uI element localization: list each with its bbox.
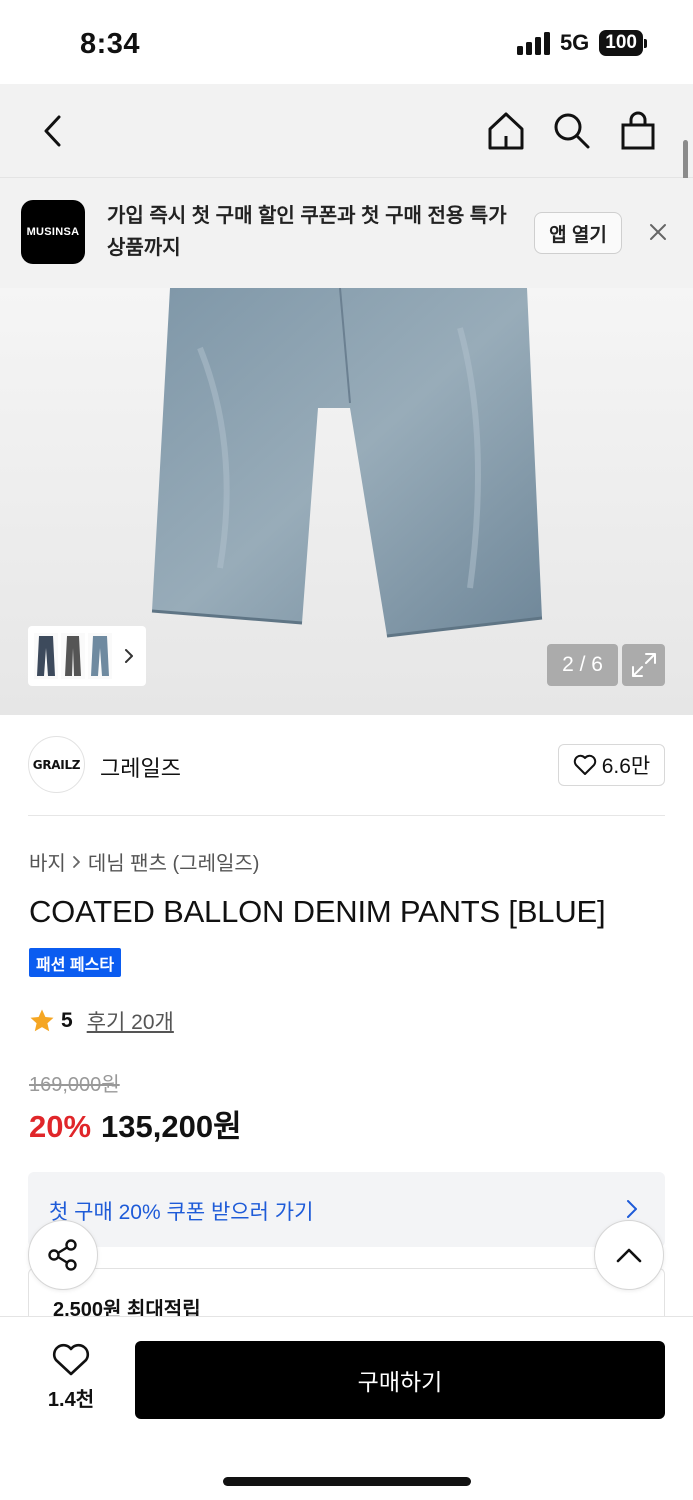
chevron-up-icon	[616, 1248, 642, 1263]
home-button[interactable]	[485, 108, 527, 154]
heart-icon	[52, 1343, 90, 1376]
network-type: 5G	[559, 30, 590, 55]
thumbnail-image[interactable]	[34, 633, 58, 679]
brand-name[interactable]: 그레일즈	[100, 751, 181, 783]
breadcrumb-item[interactable]: 데님 팬츠 (그레일즈)	[88, 847, 260, 876]
share-button[interactable]	[28, 1220, 98, 1290]
home-indicator	[223, 1477, 471, 1486]
sale-price: 135,200원	[101, 1109, 242, 1144]
brand-row[interactable]: GRAILZ 그레일즈 6.6만	[28, 715, 665, 816]
home-icon	[488, 112, 524, 150]
bottom-action-bar: 1.4천 구매하기	[0, 1316, 693, 1500]
buy-button[interactable]: 구매하기	[135, 1341, 665, 1419]
product-image-gallery[interactable]: 2 / 6	[0, 288, 693, 715]
expand-image-button[interactable]	[622, 644, 665, 686]
back-button[interactable]	[32, 108, 72, 154]
discount-rate: 20%	[29, 1109, 92, 1144]
image-counter: 2 / 6	[547, 644, 618, 686]
musinsa-logo: MUSINSA	[21, 200, 85, 264]
breadcrumb-item[interactable]: 바지	[29, 847, 66, 876]
share-icon	[48, 1239, 77, 1271]
brand-like-count: 6.6만	[601, 755, 651, 778]
first-purchase-coupon-banner[interactable]: 첫 구매 20% 쿠폰 받으러 가기	[28, 1172, 665, 1247]
thumbnail-image[interactable]	[61, 633, 85, 679]
signal-icon	[516, 31, 550, 55]
brand-like-button[interactable]: 6.6만	[558, 744, 665, 786]
shopping-bag-icon	[621, 111, 655, 150]
heart-icon	[573, 754, 596, 775]
cart-button[interactable]	[617, 108, 659, 154]
original-price: 169,000원	[29, 1074, 120, 1096]
brand-logo[interactable]: GRAILZ	[28, 736, 85, 793]
close-banner-button[interactable]	[644, 218, 672, 246]
expand-icon	[631, 653, 656, 677]
chevron-left-icon	[44, 115, 61, 147]
star-icon	[30, 1009, 54, 1032]
battery-level: 100	[599, 30, 643, 56]
chevron-right-icon	[625, 1198, 639, 1220]
wishlist-button[interactable]: 1.4천	[40, 1343, 102, 1412]
rating-score: 5	[61, 1009, 73, 1032]
status-time: 8:34	[80, 28, 141, 60]
price-row: 20% 135,200원	[29, 1101, 242, 1146]
open-app-button[interactable]: 앱 열기	[534, 212, 622, 254]
chevron-right-icon	[72, 855, 80, 868]
status-bar: 8:34 5G 100	[0, 0, 693, 84]
wishlist-count: 1.4천	[47, 1389, 95, 1411]
fashion-festa-badge: 패션 페스타	[29, 948, 122, 977]
top-nav	[0, 84, 693, 178]
search-button[interactable]	[551, 108, 593, 154]
breadcrumb: 바지 데님 팬츠 (그레일즈)	[29, 847, 259, 876]
app-install-banner: MUSINSA 가입 즉시 첫 구매 할인 쿠폰과 첫 구매 전용 특가 상품까…	[0, 178, 693, 288]
thumbnail-image[interactable]	[88, 633, 112, 679]
chevron-right-icon[interactable]	[121, 646, 137, 666]
scroll-to-top-button[interactable]	[594, 1220, 664, 1290]
review-link[interactable]: 후기 20개	[87, 1006, 174, 1036]
rating-row: 5 후기 20개	[29, 1006, 174, 1036]
status-indicators: 5G 100	[516, 30, 647, 56]
thumbnail-strip[interactable]	[28, 626, 146, 686]
search-icon	[554, 113, 590, 149]
banner-message: 가입 즉시 첫 구매 할인 쿠폰과 첫 구매 전용 특가 상품까지	[107, 205, 507, 259]
battery-icon: 100	[599, 30, 647, 56]
product-title: COATED BALLON DENIM PANTS [BLUE]	[29, 894, 606, 929]
close-icon	[650, 224, 666, 240]
coupon-text: 첫 구매 20% 쿠폰 받으러 가기	[49, 1201, 314, 1224]
